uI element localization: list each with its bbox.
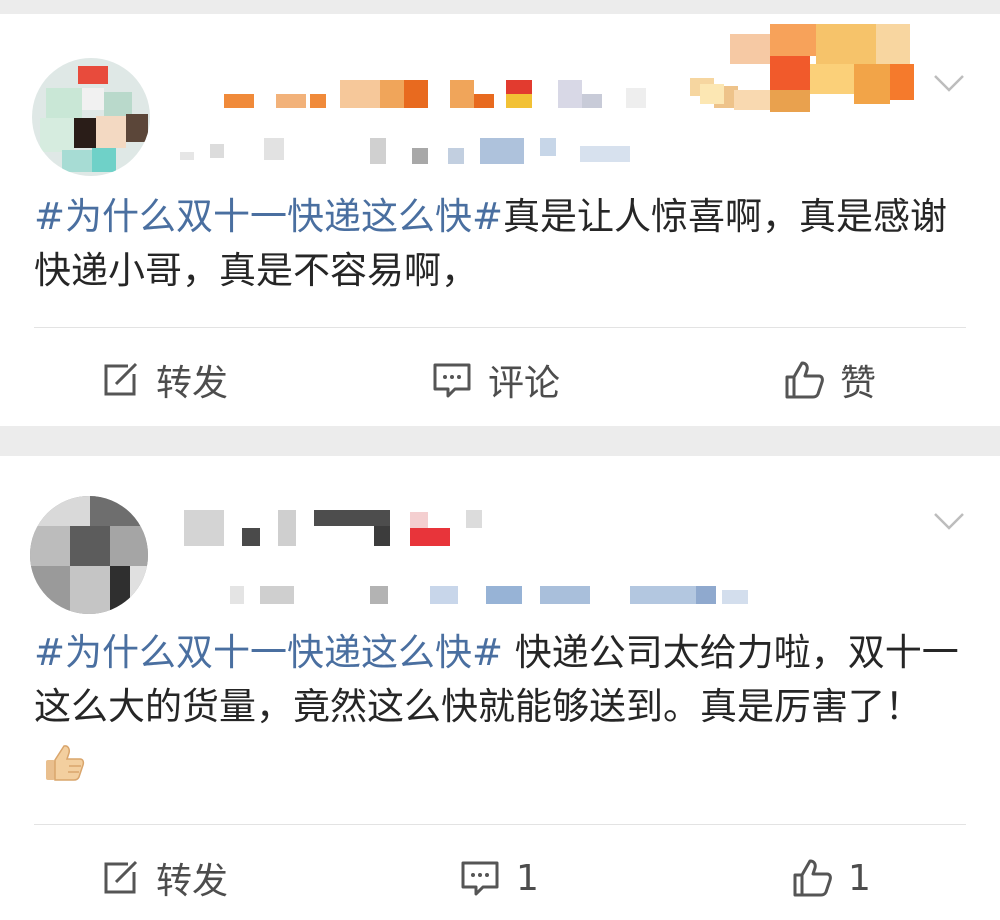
comment-label: 评论 (488, 363, 561, 404)
repost-label: 转发 (156, 861, 229, 902)
decoration-badge-blurred (700, 24, 924, 114)
comment-button[interactable]: 1 (458, 838, 539, 918)
repost-button[interactable]: 转发 (98, 340, 228, 420)
divider (34, 327, 966, 328)
feed: #为什么双十一快递这么快#真是让人惊喜啊，真是感谢快递小哥，真是不容易啊， 转发… (0, 0, 1000, 920)
post-meta-blurred (230, 582, 770, 608)
thumbs-up-emoji-icon (42, 740, 88, 786)
username-blurred[interactable] (180, 78, 740, 118)
avatar[interactable] (32, 58, 150, 176)
share-edit-icon (104, 362, 138, 396)
comment-bubble-icon (461, 861, 499, 896)
post-text: #为什么双十一快递这么快#真是让人惊喜啊，真是感谢快递小哥，真是不容易啊， (34, 190, 960, 298)
thumbs-up-icon (793, 859, 832, 897)
post-meta-blurred (180, 138, 640, 164)
post-text: #为什么双十一快递这么快# 快递公司太给力啦，双十一这么大的货量，竟然这么快就能… (34, 626, 960, 788)
like-label: 赞 (840, 363, 877, 404)
post-card: #为什么双十一快递这么快# 快递公司太给力啦，双十一这么大的货量，竟然这么快就能… (0, 456, 1000, 920)
divider (34, 824, 966, 825)
topic-link[interactable]: #为什么双十一快递这么快# (34, 631, 503, 674)
like-count: 1 (848, 857, 871, 899)
repost-label: 转发 (156, 363, 229, 404)
comment-count: 1 (516, 857, 539, 899)
avatar[interactable] (30, 496, 148, 614)
topic-link[interactable]: #为什么双十一快递这么快# (34, 195, 503, 238)
chevron-down-icon[interactable] (932, 66, 966, 100)
post-card: #为什么双十一快递这么快#真是让人惊喜啊，真是感谢快递小哥，真是不容易啊， 转发… (0, 14, 1000, 426)
thumbs-up-icon (785, 361, 824, 399)
share-edit-icon (104, 860, 138, 894)
like-button[interactable]: 1 (790, 838, 871, 918)
repost-button[interactable]: 转发 (98, 838, 228, 918)
action-bar: 转发 1 1 (0, 838, 1000, 918)
like-button[interactable]: 赞 (782, 340, 876, 420)
username-blurred[interactable] (184, 508, 484, 548)
action-bar: 转发 评论 赞 (0, 340, 1000, 420)
comment-button[interactable]: 评论 (430, 340, 560, 420)
comment-bubble-icon (433, 363, 471, 398)
chevron-down-icon[interactable] (932, 504, 966, 538)
